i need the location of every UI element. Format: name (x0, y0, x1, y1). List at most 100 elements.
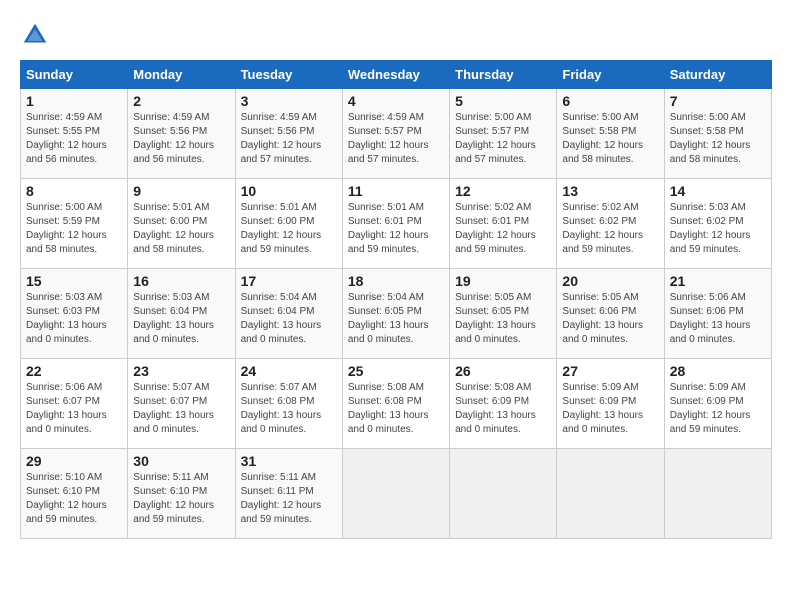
day-number: 27 (562, 363, 658, 379)
day-number: 5 (455, 93, 551, 109)
day-number: 7 (670, 93, 766, 109)
day-number: 3 (241, 93, 337, 109)
calendar-cell: 27 Sunrise: 5:09 AM Sunset: 6:09 PM Dayl… (557, 359, 664, 449)
day-number: 19 (455, 273, 551, 289)
day-info: Sunrise: 5:09 AM Sunset: 6:09 PM Dayligh… (562, 381, 658, 437)
week-row-3: 15 Sunrise: 5:03 AM Sunset: 6:03 PM Dayl… (21, 269, 772, 359)
day-number: 13 (562, 183, 658, 199)
calendar-cell: 16 Sunrise: 5:03 AM Sunset: 6:04 PM Dayl… (128, 269, 235, 359)
day-number: 21 (670, 273, 766, 289)
logo-icon (20, 20, 50, 50)
calendar-header: SundayMondayTuesdayWednesdayThursdayFrid… (21, 61, 772, 89)
day-number: 15 (26, 273, 122, 289)
day-number: 25 (348, 363, 444, 379)
day-number: 17 (241, 273, 337, 289)
day-info: Sunrise: 5:00 AM Sunset: 5:59 PM Dayligh… (26, 201, 122, 257)
day-info: Sunrise: 5:09 AM Sunset: 6:09 PM Dayligh… (670, 381, 766, 437)
day-number: 31 (241, 453, 337, 469)
day-info: Sunrise: 5:03 AM Sunset: 6:03 PM Dayligh… (26, 291, 122, 347)
day-info: Sunrise: 5:06 AM Sunset: 6:06 PM Dayligh… (670, 291, 766, 347)
calendar-cell: 5 Sunrise: 5:00 AM Sunset: 5:57 PM Dayli… (450, 89, 557, 179)
day-info: Sunrise: 5:00 AM Sunset: 5:58 PM Dayligh… (670, 111, 766, 167)
column-header-friday: Friday (557, 61, 664, 89)
calendar-cell: 18 Sunrise: 5:04 AM Sunset: 6:05 PM Dayl… (342, 269, 449, 359)
calendar-cell: 8 Sunrise: 5:00 AM Sunset: 5:59 PM Dayli… (21, 179, 128, 269)
column-header-wednesday: Wednesday (342, 61, 449, 89)
calendar-cell: 22 Sunrise: 5:06 AM Sunset: 6:07 PM Dayl… (21, 359, 128, 449)
calendar-cell: 28 Sunrise: 5:09 AM Sunset: 6:09 PM Dayl… (664, 359, 771, 449)
day-number: 9 (133, 183, 229, 199)
day-info: Sunrise: 5:02 AM Sunset: 6:02 PM Dayligh… (562, 201, 658, 257)
day-number: 29 (26, 453, 122, 469)
day-info: Sunrise: 5:01 AM Sunset: 6:00 PM Dayligh… (133, 201, 229, 257)
calendar-cell: 17 Sunrise: 5:04 AM Sunset: 6:04 PM Dayl… (235, 269, 342, 359)
day-info: Sunrise: 5:01 AM Sunset: 6:00 PM Dayligh… (241, 201, 337, 257)
day-info: Sunrise: 5:10 AM Sunset: 6:10 PM Dayligh… (26, 471, 122, 527)
calendar-cell: 19 Sunrise: 5:05 AM Sunset: 6:05 PM Dayl… (450, 269, 557, 359)
calendar-cell: 13 Sunrise: 5:02 AM Sunset: 6:02 PM Dayl… (557, 179, 664, 269)
calendar-cell: 30 Sunrise: 5:11 AM Sunset: 6:10 PM Dayl… (128, 449, 235, 539)
day-info: Sunrise: 5:01 AM Sunset: 6:01 PM Dayligh… (348, 201, 444, 257)
day-info: Sunrise: 5:04 AM Sunset: 6:05 PM Dayligh… (348, 291, 444, 347)
week-row-5: 29 Sunrise: 5:10 AM Sunset: 6:10 PM Dayl… (21, 449, 772, 539)
day-number: 8 (26, 183, 122, 199)
day-number: 22 (26, 363, 122, 379)
day-info: Sunrise: 5:05 AM Sunset: 6:05 PM Dayligh… (455, 291, 551, 347)
calendar-cell: 4 Sunrise: 4:59 AM Sunset: 5:57 PM Dayli… (342, 89, 449, 179)
page-header (20, 20, 772, 50)
day-number: 4 (348, 93, 444, 109)
day-info: Sunrise: 5:07 AM Sunset: 6:08 PM Dayligh… (241, 381, 337, 437)
column-header-thursday: Thursday (450, 61, 557, 89)
calendar-cell: 3 Sunrise: 4:59 AM Sunset: 5:56 PM Dayli… (235, 89, 342, 179)
day-info: Sunrise: 4:59 AM Sunset: 5:56 PM Dayligh… (241, 111, 337, 167)
calendar-cell: 15 Sunrise: 5:03 AM Sunset: 6:03 PM Dayl… (21, 269, 128, 359)
logo (20, 20, 54, 50)
calendar-cell (664, 449, 771, 539)
column-header-monday: Monday (128, 61, 235, 89)
calendar-cell: 1 Sunrise: 4:59 AM Sunset: 5:55 PM Dayli… (21, 89, 128, 179)
day-info: Sunrise: 4:59 AM Sunset: 5:55 PM Dayligh… (26, 111, 122, 167)
column-header-sunday: Sunday (21, 61, 128, 89)
day-number: 26 (455, 363, 551, 379)
day-number: 23 (133, 363, 229, 379)
day-number: 10 (241, 183, 337, 199)
calendar-cell (342, 449, 449, 539)
day-info: Sunrise: 5:00 AM Sunset: 5:57 PM Dayligh… (455, 111, 551, 167)
week-row-2: 8 Sunrise: 5:00 AM Sunset: 5:59 PM Dayli… (21, 179, 772, 269)
column-header-saturday: Saturday (664, 61, 771, 89)
calendar-cell: 9 Sunrise: 5:01 AM Sunset: 6:00 PM Dayli… (128, 179, 235, 269)
calendar-cell (557, 449, 664, 539)
day-number: 2 (133, 93, 229, 109)
day-info: Sunrise: 4:59 AM Sunset: 5:57 PM Dayligh… (348, 111, 444, 167)
day-info: Sunrise: 5:03 AM Sunset: 6:04 PM Dayligh… (133, 291, 229, 347)
calendar-cell: 26 Sunrise: 5:08 AM Sunset: 6:09 PM Dayl… (450, 359, 557, 449)
day-info: Sunrise: 5:06 AM Sunset: 6:07 PM Dayligh… (26, 381, 122, 437)
calendar-cell: 6 Sunrise: 5:00 AM Sunset: 5:58 PM Dayli… (557, 89, 664, 179)
calendar-cell: 31 Sunrise: 5:11 AM Sunset: 6:11 PM Dayl… (235, 449, 342, 539)
day-info: Sunrise: 5:04 AM Sunset: 6:04 PM Dayligh… (241, 291, 337, 347)
calendar-cell: 11 Sunrise: 5:01 AM Sunset: 6:01 PM Dayl… (342, 179, 449, 269)
day-number: 16 (133, 273, 229, 289)
calendar-cell: 23 Sunrise: 5:07 AM Sunset: 6:07 PM Dayl… (128, 359, 235, 449)
day-info: Sunrise: 5:08 AM Sunset: 6:09 PM Dayligh… (455, 381, 551, 437)
day-number: 11 (348, 183, 444, 199)
day-number: 1 (26, 93, 122, 109)
calendar-cell: 24 Sunrise: 5:07 AM Sunset: 6:08 PM Dayl… (235, 359, 342, 449)
calendar-cell: 29 Sunrise: 5:10 AM Sunset: 6:10 PM Dayl… (21, 449, 128, 539)
day-info: Sunrise: 5:07 AM Sunset: 6:07 PM Dayligh… (133, 381, 229, 437)
calendar-cell: 25 Sunrise: 5:08 AM Sunset: 6:08 PM Dayl… (342, 359, 449, 449)
day-number: 24 (241, 363, 337, 379)
day-number: 28 (670, 363, 766, 379)
day-info: Sunrise: 5:11 AM Sunset: 6:11 PM Dayligh… (241, 471, 337, 527)
day-info: Sunrise: 4:59 AM Sunset: 5:56 PM Dayligh… (133, 111, 229, 167)
calendar-cell: 12 Sunrise: 5:02 AM Sunset: 6:01 PM Dayl… (450, 179, 557, 269)
header-row: SundayMondayTuesdayWednesdayThursdayFrid… (21, 61, 772, 89)
calendar-cell: 2 Sunrise: 4:59 AM Sunset: 5:56 PM Dayli… (128, 89, 235, 179)
week-row-4: 22 Sunrise: 5:06 AM Sunset: 6:07 PM Dayl… (21, 359, 772, 449)
day-number: 6 (562, 93, 658, 109)
day-number: 14 (670, 183, 766, 199)
day-info: Sunrise: 5:11 AM Sunset: 6:10 PM Dayligh… (133, 471, 229, 527)
day-number: 18 (348, 273, 444, 289)
calendar-cell: 20 Sunrise: 5:05 AM Sunset: 6:06 PM Dayl… (557, 269, 664, 359)
day-info: Sunrise: 5:03 AM Sunset: 6:02 PM Dayligh… (670, 201, 766, 257)
